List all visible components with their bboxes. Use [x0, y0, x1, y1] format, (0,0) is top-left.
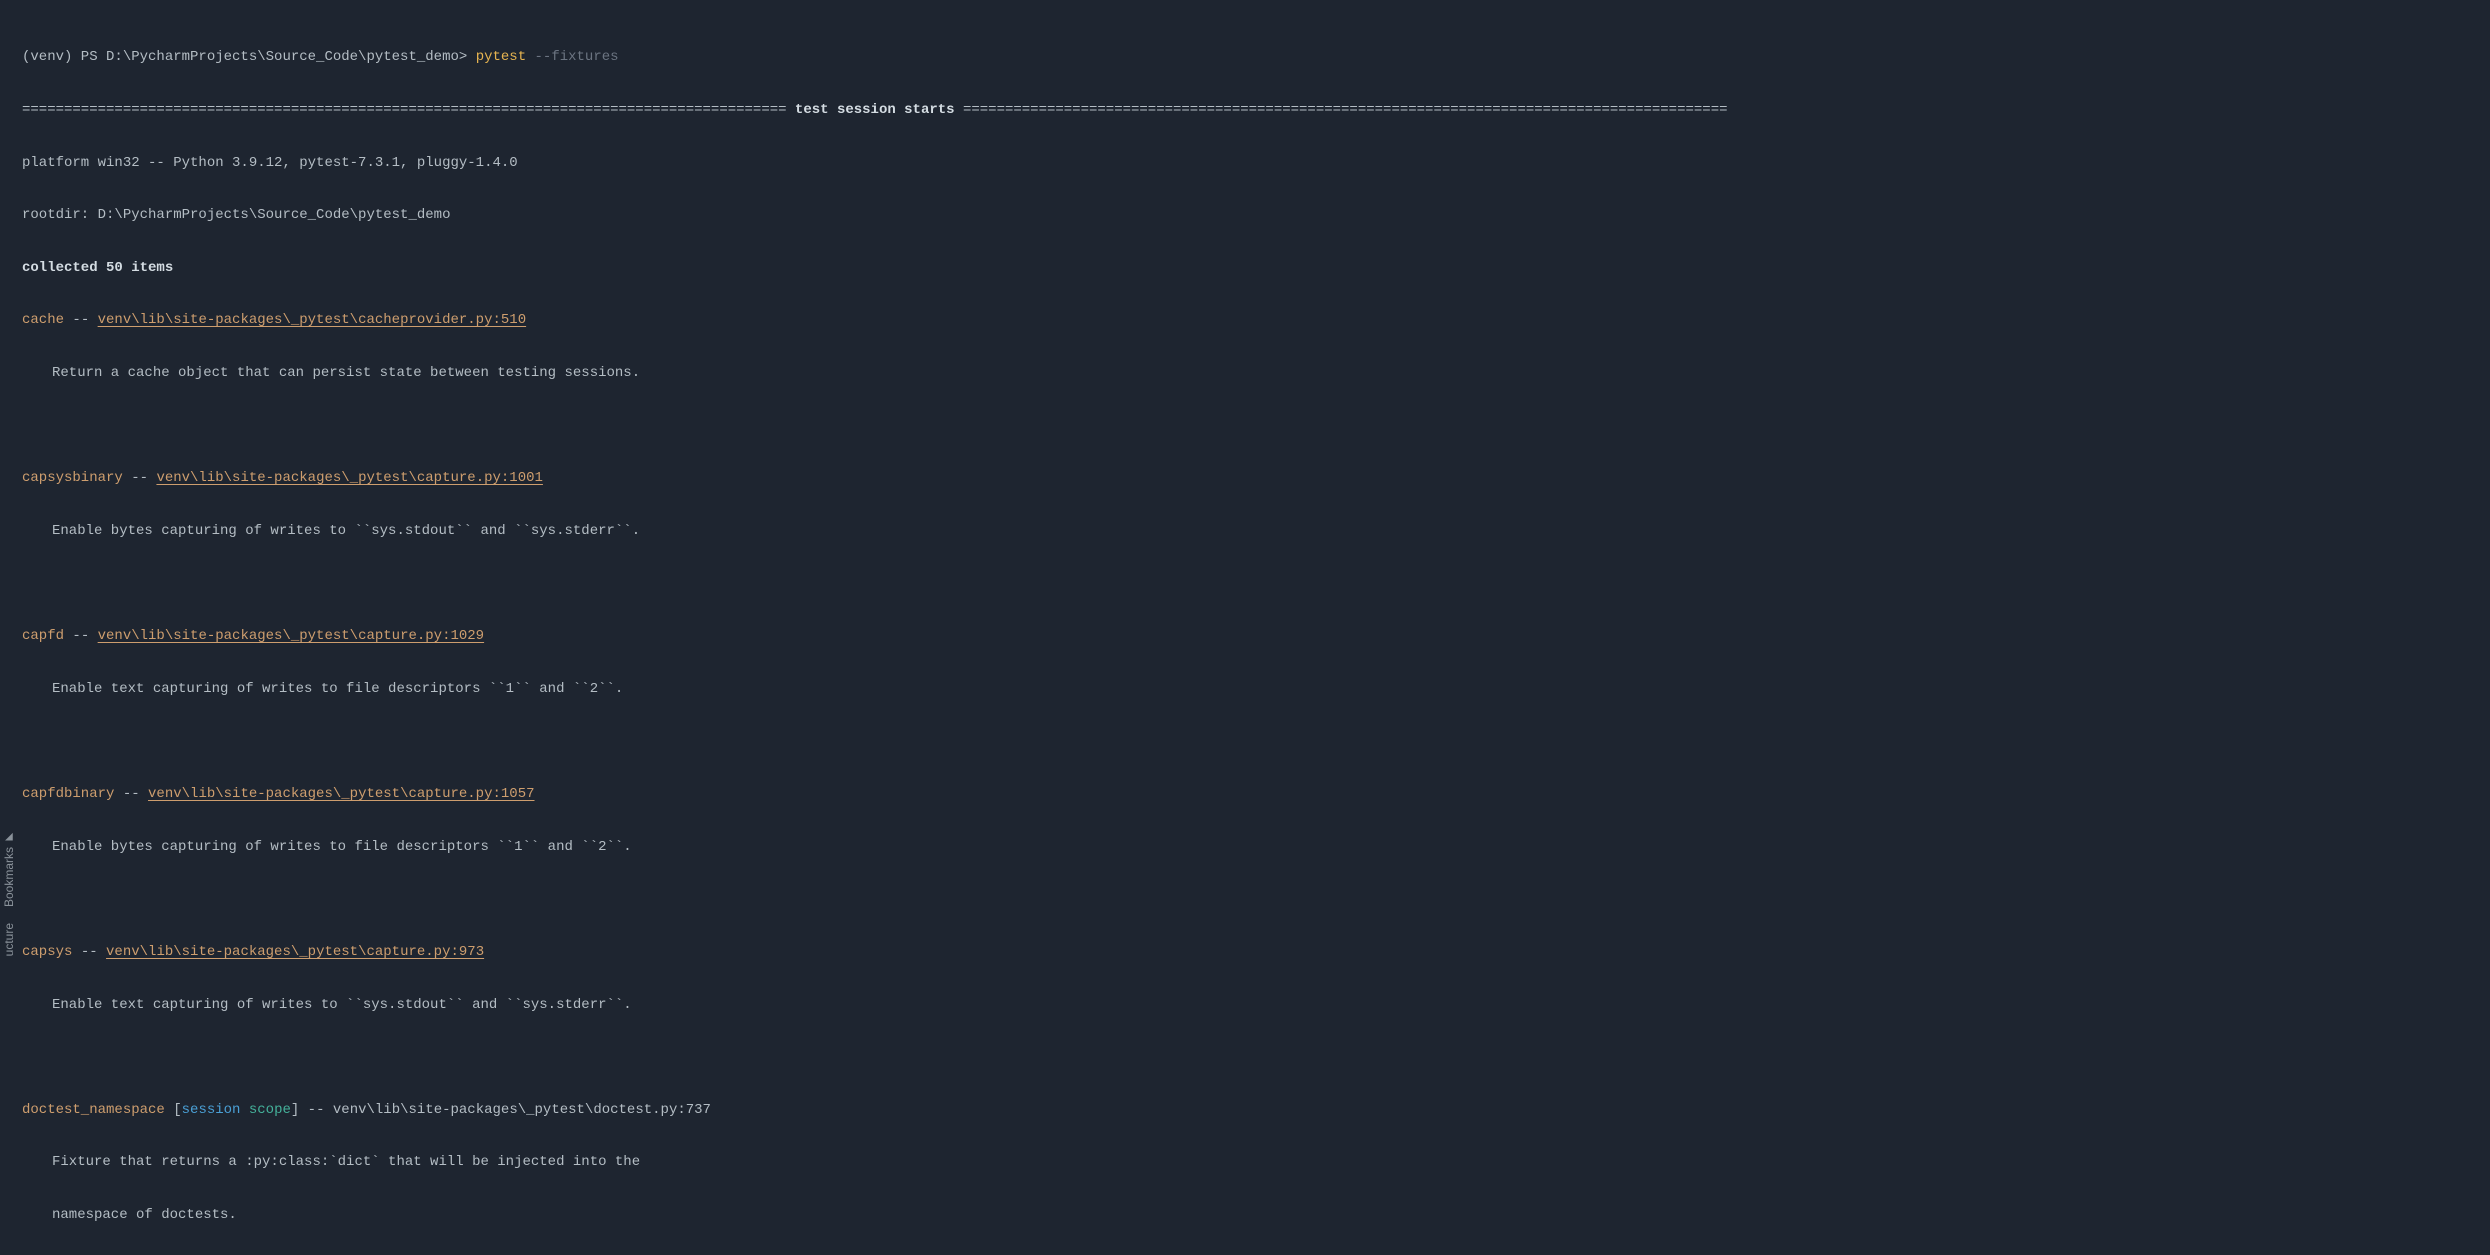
- fixture-name: capsys: [22, 944, 72, 960]
- dashes: --: [123, 470, 157, 486]
- fixture-link[interactable]: venv\lib\site-packages\_pytest\capture.p…: [156, 470, 542, 486]
- prompt-line: (venv) PS D:\PycharmProjects\Source_Code…: [22, 44, 2490, 70]
- dashes: --: [72, 944, 106, 960]
- fixture-name: doctest_namespace: [22, 1102, 165, 1118]
- fixture-header-capfdbinary: capfdbinary -- venv\lib\site-packages\_p…: [22, 781, 2490, 807]
- blank-line: [22, 1044, 2490, 1070]
- bookmarks-tab-label: Bookmarks: [0, 847, 20, 907]
- fixture-link[interactable]: venv\lib\site-packages\_pytest\capture.p…: [106, 944, 484, 960]
- fixture-desc: Enable bytes capturing of writes to ``sy…: [22, 518, 2490, 544]
- fixture-header-cache: cache -- venv\lib\site-packages\_pytest\…: [22, 307, 2490, 333]
- fixture-desc: Return a cache object that can persist s…: [22, 360, 2490, 386]
- fixture-name: cache: [22, 312, 64, 328]
- blank-line: [22, 886, 2490, 912]
- side-tab-bar: Bookmarks ◣ ucture: [0, 0, 18, 974]
- dashes: --: [114, 786, 148, 802]
- fixture-desc-1: Fixture that returns a :py:class:`dict` …: [22, 1149, 2490, 1175]
- command-name: pytest: [476, 49, 526, 65]
- scope-close: ]: [291, 1102, 299, 1118]
- scope-space: [240, 1102, 248, 1118]
- fixture-name: capfd: [22, 628, 64, 644]
- fixture-link[interactable]: venv\lib\site-packages\_pytest\cacheprov…: [98, 312, 526, 328]
- doctest-path: -- venv\lib\site-packages\_pytest\doctes…: [299, 1102, 711, 1118]
- fixture-name: capsysbinary: [22, 470, 123, 486]
- fixture-name: capfdbinary: [22, 786, 114, 802]
- separator-left: ========================================…: [22, 102, 787, 118]
- separator-right: ========================================…: [963, 102, 1728, 118]
- platform-line: platform win32 -- Python 3.9.12, pytest-…: [22, 150, 2490, 176]
- fixture-header-capfd: capfd -- venv\lib\site-packages\_pytest\…: [22, 623, 2490, 649]
- fixture-header-capsysbinary: capsysbinary -- venv\lib\site-packages\_…: [22, 465, 2490, 491]
- prompt-prefix: (venv) PS D:\PycharmProjects\Source_Code…: [22, 49, 476, 65]
- dashes: --: [64, 312, 98, 328]
- bookmark-icon: ◣: [4, 828, 15, 847]
- fixture-link[interactable]: venv\lib\site-packages\_pytest\capture.p…: [98, 628, 484, 644]
- bookmarks-tab[interactable]: Bookmarks ◣: [0, 824, 20, 915]
- fixture-header-doctest: doctest_namespace [session scope] -- ven…: [22, 1097, 2490, 1123]
- fixture-link[interactable]: venv\lib\site-packages\_pytest\capture.p…: [148, 786, 534, 802]
- fixture-desc: Enable text capturing of writes to ``sys…: [22, 992, 2490, 1018]
- fixture-desc: Enable text capturing of writes to file …: [22, 676, 2490, 702]
- blank-line: [22, 571, 2490, 597]
- blank-line: [22, 413, 2490, 439]
- fixture-desc: Enable bytes capturing of writes to file…: [22, 834, 2490, 860]
- fixture-desc-2: namespace of doctests.: [22, 1202, 2490, 1228]
- fixture-header-capsys: capsys -- venv\lib\site-packages\_pytest…: [22, 939, 2490, 965]
- session-header: test session starts: [787, 102, 963, 118]
- session-separator: ========================================…: [22, 97, 2490, 123]
- terminal-output[interactable]: (venv) PS D:\PycharmProjects\Source_Code…: [0, 0, 2490, 1255]
- scope-open: [: [165, 1102, 182, 1118]
- blank-line: [22, 728, 2490, 754]
- rootdir-line: rootdir: D:\PycharmProjects\Source_Code\…: [22, 202, 2490, 228]
- structure-tab[interactable]: ucture: [0, 915, 20, 964]
- structure-tab-label: ucture: [0, 923, 20, 956]
- command-arg: --fixtures: [526, 49, 618, 65]
- dashes: --: [64, 628, 98, 644]
- scope-session: session: [182, 1102, 241, 1118]
- scope-word: scope: [249, 1102, 291, 1118]
- collected-line: collected 50 items: [22, 255, 2490, 281]
